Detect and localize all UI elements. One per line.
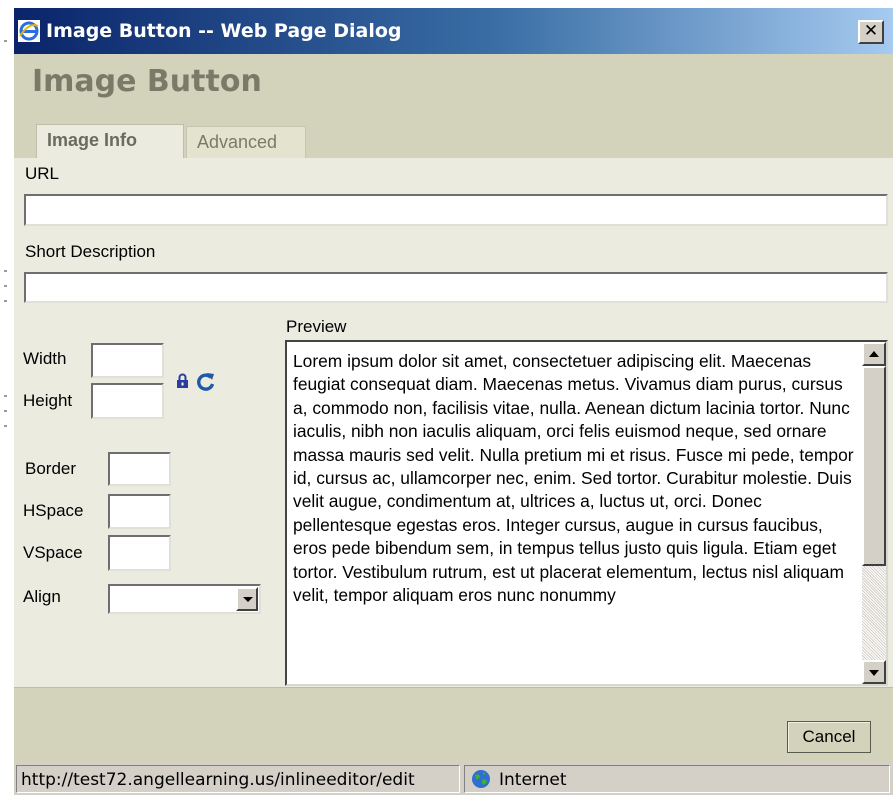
width-field[interactable] <box>91 343 164 378</box>
close-icon: ✕ <box>863 21 879 41</box>
reset-size-icon[interactable] <box>196 372 216 392</box>
url-field[interactable] <box>24 194 888 226</box>
dialog-footer: Cancel <box>14 687 893 762</box>
dialog-heading: Image Button <box>32 64 262 99</box>
hspace-field[interactable] <box>108 494 171 529</box>
scroll-down-arrow-icon[interactable] <box>862 660 886 684</box>
cancel-button[interactable]: Cancel <box>787 721 871 753</box>
width-label: Width <box>23 349 67 368</box>
scroll-thumb[interactable] <box>862 366 886 566</box>
tab-advanced[interactable]: Advanced <box>186 126 306 158</box>
scroll-up-arrow-icon[interactable] <box>862 342 886 366</box>
short-description-input[interactable] <box>26 274 886 301</box>
border-input[interactable] <box>110 454 169 484</box>
status-bar: http://test72.angellearning.us/inlineedi… <box>14 762 893 795</box>
short-description-field[interactable] <box>24 272 888 303</box>
height-input[interactable] <box>93 385 162 417</box>
border-label: Border <box>25 459 77 478</box>
height-field[interactable] <box>91 383 164 419</box>
height-label: Height <box>23 391 73 410</box>
url-input[interactable] <box>26 196 886 224</box>
preview-text: Lorem ipsum dolor sit amet, consectetuer… <box>293 351 854 606</box>
ie-icon <box>18 20 40 42</box>
preview-pane[interactable]: Lorem ipsum dolor sit amet, consectetuer… <box>285 340 888 686</box>
short-description-label: Short Description <box>25 242 156 261</box>
hspace-label: HSpace <box>23 501 84 520</box>
chevron-down-icon[interactable] <box>236 587 258 611</box>
preview-label: Preview <box>286 317 347 336</box>
window-title: Image Button -- Web Page Dialog <box>46 20 402 42</box>
hspace-input[interactable] <box>110 496 169 527</box>
close-button[interactable]: ✕ <box>858 20 884 44</box>
lock-icon[interactable] <box>176 373 189 389</box>
status-zone-panel: Internet <box>464 765 890 793</box>
globe-icon <box>472 770 490 788</box>
status-url-panel: http://test72.angellearning.us/inlineedi… <box>16 765 460 793</box>
vspace-input[interactable] <box>110 537 169 569</box>
preview-scrollbar[interactable] <box>862 342 886 684</box>
title-bar[interactable]: Image Button -- Web Page Dialog ✕ <box>14 8 893 54</box>
align-label: Align <box>23 587 61 606</box>
tab-image-info[interactable]: Image Info <box>36 124 184 158</box>
status-zone-text: Internet <box>499 770 567 790</box>
dialog-header: Image Button Image Info Advanced <box>14 54 893 158</box>
status-url: http://test72.angellearning.us/inlineedi… <box>21 770 415 790</box>
vspace-field[interactable] <box>108 535 171 571</box>
border-field[interactable] <box>108 452 171 486</box>
width-input[interactable] <box>93 345 162 376</box>
align-select[interactable] <box>108 584 261 614</box>
url-label: URL <box>25 164 60 183</box>
vspace-label: VSpace <box>23 543 83 562</box>
dialog-window: Image Button -- Web Page Dialog ✕ Image … <box>14 8 893 795</box>
background-strip <box>0 0 14 795</box>
